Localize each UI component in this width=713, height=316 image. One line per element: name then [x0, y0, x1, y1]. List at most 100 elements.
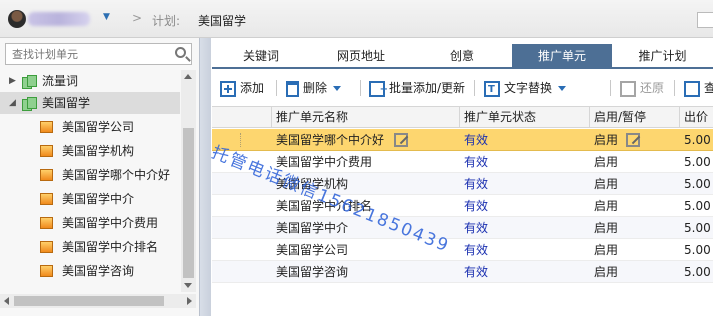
unit-name-cell[interactable]: 美国留学咨询 — [276, 261, 456, 283]
avatar[interactable] — [8, 10, 26, 28]
unit-status-cell: 有效 — [464, 265, 489, 279]
tab-creatives[interactable]: 创意 — [412, 44, 512, 69]
top-bar: ▼ > 计划: 美国留学 — [0, 0, 713, 38]
trash-icon — [286, 80, 299, 97]
enable-cell[interactable]: 启用 — [594, 173, 674, 195]
scroll-left-icon[interactable] — [4, 297, 9, 305]
replace-label: 文字替换 — [504, 81, 553, 95]
table-row[interactable]: 美国留学咨询 有效 启用 5.00 — [212, 261, 713, 283]
tab-ad-units[interactable]: 推广单元 — [512, 44, 612, 69]
breadcrumb-plan-value[interactable]: 美国留学 — [198, 12, 246, 29]
bid-cell[interactable]: 5.00 — [684, 195, 713, 217]
unit-name-cell[interactable]: 美国留学公司 — [276, 239, 456, 261]
tree-item-unit[interactable]: 美国留学咨询 — [0, 260, 180, 282]
query-icon — [684, 80, 700, 97]
restore-icon — [620, 80, 636, 97]
unit-name-cell[interactable]: 美国留学中介 — [276, 217, 456, 239]
edit-name-icon[interactable] — [394, 133, 408, 147]
tab-ad-plans[interactable]: 推广计划 — [612, 44, 713, 69]
header-bid[interactable]: 出价 — [680, 107, 713, 128]
tree-item-unit[interactable]: 美国留学机构 — [0, 140, 180, 162]
tree-item-label: 美国留学中介费用 — [62, 216, 159, 230]
tree-item-unit[interactable]: 美国留学哪个中介好 — [0, 164, 180, 186]
toolbar-divider — [610, 80, 611, 96]
header-unit-status[interactable]: 推广单元状态 — [460, 107, 590, 128]
table-row[interactable]: 美国留学公司 有效 启用 5.00 — [212, 239, 713, 261]
plus-icon — [220, 80, 236, 97]
toolbar-divider — [474, 80, 475, 96]
unit-icon — [40, 241, 53, 253]
tree-item-label: 美国留学中介 — [62, 192, 135, 206]
ad-unit-table: 推广单元名称 推广单元状态 启用/暂停 出价 美国留学哪个中介好 有效 启用 5… — [212, 106, 713, 316]
restore-label: 还原 — [640, 81, 665, 95]
table-row[interactable]: 美国留学中介费用 有效 启用 5.00 — [212, 151, 713, 173]
tree-item-unit[interactable]: 美国留学中介 — [0, 188, 180, 210]
enable-cell[interactable]: 启用 — [594, 195, 674, 217]
bid-cell[interactable]: 5.00 — [684, 129, 713, 151]
unit-name-cell[interactable]: 美国留学中介费用 — [276, 151, 456, 173]
batch-add-update-button[interactable]: 批量添加/更新 — [369, 78, 465, 100]
tree-item-plan-traffic[interactable]: ▶ 流量词 — [0, 70, 180, 92]
enable-cell[interactable]: 启用 — [594, 217, 674, 239]
unit-search-input[interactable] — [6, 44, 166, 64]
tab-keywords[interactable]: 关键词 — [212, 44, 310, 69]
add-button[interactable]: 添加 — [220, 78, 264, 98]
enable-cell[interactable]: 启用 — [594, 261, 674, 283]
tree-item-unit[interactable]: 美国留学中介费用 — [0, 212, 180, 234]
chevron-down-icon[interactable] — [333, 86, 342, 91]
tree-item-unit[interactable]: 美国留学公司 — [0, 116, 180, 138]
tree-item-unit[interactable]: 美国留学中介排名 — [0, 236, 180, 258]
scroll-up-icon[interactable] — [184, 74, 192, 79]
account-dropdown-icon[interactable]: ▼ — [103, 12, 110, 22]
text-replace-button[interactable]: 文字替换 — [484, 78, 567, 100]
bid-cell[interactable]: 5.00 — [684, 217, 713, 239]
unit-icon — [40, 217, 53, 229]
unit-name-cell[interactable]: 美国留学中介排名 — [276, 195, 456, 217]
row-marker — [240, 133, 241, 147]
breadcrumb-plan-label: 计划: — [152, 14, 181, 28]
scroll-thumb[interactable] — [183, 128, 194, 278]
bid-cell[interactable]: 5.00 — [684, 261, 713, 283]
chevron-down-icon[interactable] — [558, 86, 567, 91]
expand-caret-icon[interactable]: ▶ — [9, 70, 16, 92]
enable-cell[interactable]: 启用 — [594, 239, 674, 261]
scroll-down-icon[interactable] — [184, 283, 192, 288]
query-button[interactable]: 查 — [684, 78, 713, 98]
bid-cell[interactable]: 5.00 — [684, 173, 713, 195]
header-unit-name[interactable]: 推广单元名称 — [272, 107, 460, 128]
restore-button[interactable]: 还原 — [620, 78, 664, 98]
tree-vertical-scrollbar[interactable] — [181, 70, 196, 292]
scroll-thumb[interactable] — [14, 296, 164, 306]
plan-tree: ▶ 流量词 ◢ 美国留学 美国留学公司 美国留学机构 美国留学哪个中介好 美国留… — [0, 70, 196, 292]
header-enable-pause[interactable]: 启用/暂停 — [590, 107, 680, 128]
tab-urls[interactable]: 网页地址 — [310, 44, 412, 69]
table-row[interactable]: 美国留学中介 有效 启用 5.00 — [212, 217, 713, 239]
table-row[interactable]: 美国留学哪个中介好 有效 启用 5.00 — [212, 129, 713, 151]
plan-icon — [22, 75, 37, 89]
enable-cell[interactable]: 启用 — [594, 151, 674, 173]
table-row[interactable]: 美国留学中介排名 有效 启用 5.00 — [212, 195, 713, 217]
unit-status-cell: 有效 — [464, 221, 489, 235]
breadcrumb-separator: > — [132, 11, 143, 25]
top-right-control[interactable] — [697, 12, 713, 28]
add-label: 添加 — [240, 81, 265, 95]
scroll-right-icon[interactable] — [187, 297, 192, 305]
toolbar-divider — [674, 80, 675, 96]
bid-cell[interactable]: 5.00 — [684, 151, 713, 173]
unit-icon — [40, 193, 53, 205]
content-tabs: 关键词 网页地址 创意 推广单元 推广计划 — [212, 44, 713, 69]
table-row[interactable]: 美国留学机构 有效 启用 5.00 — [212, 173, 713, 195]
unit-status-cell: 有效 — [464, 243, 489, 257]
toolbar-divider — [360, 80, 361, 96]
panel-splitter[interactable] — [199, 38, 211, 316]
search-icon[interactable] — [175, 47, 186, 58]
unit-name-cell[interactable]: 美国留学机构 — [276, 173, 456, 195]
tree-item-plan-us-study[interactable]: ◢ 美国留学 — [0, 92, 180, 114]
unit-search-box — [5, 43, 192, 65]
edit-enable-icon[interactable] — [626, 133, 640, 147]
delete-button[interactable]: 删除 — [286, 78, 342, 98]
collapse-caret-icon[interactable]: ◢ — [9, 92, 16, 114]
tree-horizontal-scrollbar[interactable] — [0, 294, 196, 308]
unit-name-cell[interactable]: 美国留学哪个中介好 — [276, 129, 456, 151]
bid-cell[interactable]: 5.00 — [684, 239, 713, 261]
